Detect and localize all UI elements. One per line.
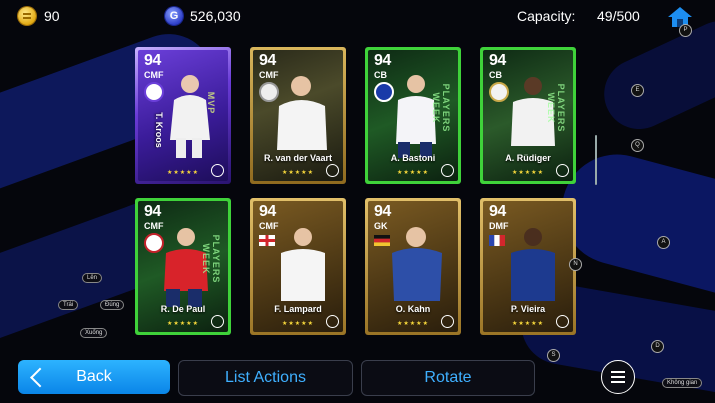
card-position: DMF: [489, 221, 509, 231]
club-badge-icon: [259, 82, 279, 102]
efootball-logo-icon: [211, 164, 224, 177]
rotate-label: Rotate: [424, 369, 472, 386]
france-flag-icon: [489, 235, 505, 246]
rotate-button[interactable]: Rotate: [361, 360, 535, 396]
player-card-van-der-vaart[interactable]: 94 CMF R. van der Vaart ★★★★★: [250, 47, 346, 184]
player-card-kroos[interactable]: 94 CMF MVP T. Kroos ★★★★★: [135, 47, 231, 184]
card-position: CB: [489, 70, 502, 80]
card-player-name: F. Lampard: [274, 304, 322, 314]
hint-len: Lên: [82, 273, 103, 283]
card-player-name: A. Rüdiger: [505, 153, 551, 163]
card-rating: 94: [489, 52, 506, 69]
card-rating: 94: [259, 52, 276, 69]
hint-q: Q: [631, 139, 644, 152]
gp-balance: 526,030: [190, 8, 241, 24]
england-flag-icon: [259, 235, 275, 246]
efootball-logo-icon: [441, 315, 454, 328]
hint-e: E: [631, 84, 644, 97]
capacity-value: 49/500: [597, 8, 640, 24]
card-rating: 94: [374, 203, 391, 220]
card-player-name: P. Vieira: [510, 304, 546, 314]
player-image: [281, 228, 325, 301]
player-card-kahn[interactable]: 94 GK O. Kahn ★★★★★: [365, 198, 461, 335]
list-actions-label: List Actions: [225, 369, 306, 386]
player-image: [511, 228, 555, 301]
card-rating: 94: [489, 203, 506, 220]
card-event-text: PLAYERS WEEK: [201, 234, 221, 284]
list-actions-button[interactable]: List Actions: [178, 360, 353, 396]
hint-d: D: [651, 340, 664, 353]
hint-xuong: Xuống: [80, 328, 108, 338]
card-event-text: PLAYERS WEEK: [431, 83, 451, 133]
card-player-name: R. De Paul: [160, 304, 206, 314]
club-badge-icon: [144, 233, 164, 253]
efootball-logo-icon: [211, 315, 224, 328]
card-player-name: A. Bastoni: [390, 153, 436, 163]
player-image: [392, 227, 442, 301]
back-button-label: Back: [76, 368, 112, 385]
top-bar: 90 G 526,030 Capacity: 49/500: [0, 0, 715, 34]
card-position: GK: [374, 221, 388, 231]
menu-list-icon[interactable]: [601, 360, 635, 394]
efootball-logo-icon: [441, 164, 454, 177]
card-player-name: R. van der Vaart: [263, 153, 333, 163]
germany-flag-icon: [374, 235, 390, 246]
card-player-name: T. Kroos: [154, 112, 164, 148]
card-event-text: MVP: [206, 91, 216, 115]
gp-icon: G: [165, 7, 183, 25]
efootball-logo-icon: [556, 164, 569, 177]
card-position: CB: [374, 70, 387, 80]
hint-trai: Trái: [58, 300, 79, 310]
card-rating: 94: [144, 203, 161, 220]
hint-khong-gian: Không gian: [662, 378, 703, 388]
hint-dung: Đúng: [100, 300, 125, 310]
hint-s: S: [547, 349, 560, 362]
card-event-text: PLAYERS WEEK: [546, 83, 566, 133]
coin-balance: 90: [44, 8, 60, 24]
player-card-bastoni[interactable]: 94 CB PLAYERS WEEK A. Bastoni ★★★★★: [365, 47, 461, 184]
card-position: CMF: [144, 221, 164, 231]
hint-n: N: [569, 258, 582, 271]
player-card-rudiger[interactable]: 94 CB PLAYERS WEEK A. Rüdiger ★★★★★: [480, 47, 576, 184]
card-rating: 94: [374, 52, 391, 69]
card-rating: 94: [144, 52, 161, 69]
capacity-label: Capacity:: [517, 8, 576, 24]
player-image: [277, 76, 327, 150]
player-card-vieira[interactable]: 94 DMF P. Vieira ★★★★★: [480, 198, 576, 335]
efootball-logo-icon: [326, 164, 339, 177]
efootball-logo-icon: [556, 315, 569, 328]
club-badge-icon: [374, 82, 394, 102]
card-position: CMF: [259, 70, 279, 80]
hint-a: A: [657, 236, 670, 249]
back-button[interactable]: Back: [18, 360, 170, 394]
efootball-logo-icon: [326, 315, 339, 328]
player-card-de-paul[interactable]: 94 CMF PLAYERS WEEK R. De Paul ★★★★★: [135, 198, 231, 335]
coin-icon: [18, 7, 36, 25]
hint-p: P: [679, 24, 692, 37]
scrollbar[interactable]: [595, 135, 597, 185]
card-position: CMF: [259, 221, 279, 231]
card-player-name: O. Kahn: [395, 304, 431, 314]
player-card-lampard[interactable]: 94 CMF F. Lampard ★★★★★: [250, 198, 346, 335]
card-rating: 94: [259, 203, 276, 220]
club-badge-icon: [489, 82, 509, 102]
chevron-left-icon: [30, 367, 50, 388]
card-position: CMF: [144, 70, 164, 80]
